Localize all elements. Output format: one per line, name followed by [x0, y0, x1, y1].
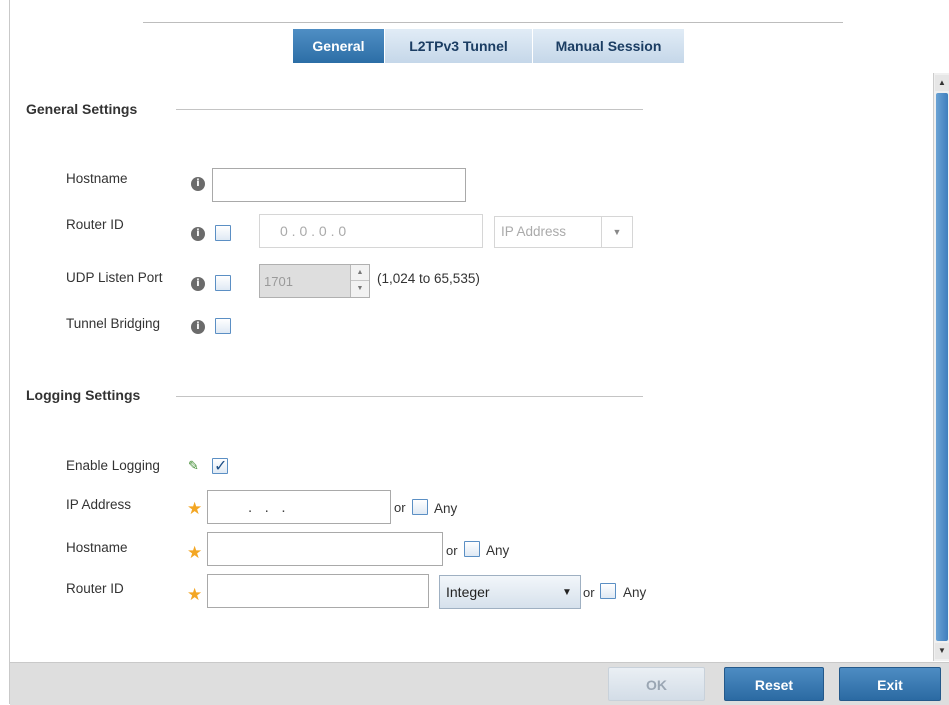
vertical-scrollbar[interactable]: ▲ ▼ — [933, 73, 949, 661]
pencil-icon: ✎ — [188, 459, 199, 474]
udp-listen-port-spinner[interactable]: 1701 ▲ ▼ — [259, 264, 370, 298]
udp-listen-port-value: 1701 — [264, 274, 293, 289]
logging-router-id-any-checkbox[interactable] — [600, 583, 616, 599]
or-label: or — [394, 500, 406, 515]
reset-button[interactable]: Reset — [724, 667, 824, 701]
tab-manual-session[interactable]: Manual Session — [533, 29, 685, 63]
router-id-checkbox[interactable] — [215, 225, 231, 241]
any-label: Any — [623, 585, 647, 600]
logging-router-id-label: Router ID — [66, 581, 124, 596]
tab-bar: General L2TPv3 Tunnel Manual Session — [293, 29, 685, 63]
logging-hostname-label: Hostname — [66, 540, 128, 555]
chevron-down-icon[interactable]: ▼ — [351, 281, 369, 297]
chevron-down-icon: ▼ — [562, 587, 572, 598]
udp-listen-port-label: UDP Listen Port — [66, 270, 163, 285]
tab-general[interactable]: General — [293, 29, 385, 63]
logging-settings-rule — [176, 396, 643, 397]
logging-ip-address-value: . . . — [248, 499, 286, 516]
logging-settings-title: Logging Settings — [26, 387, 141, 403]
router-id-type-value: IP Address — [501, 224, 567, 239]
logging-hostname-any-checkbox[interactable] — [464, 541, 480, 557]
general-settings-title: General Settings — [26, 101, 138, 117]
tunnel-bridging-checkbox[interactable] — [215, 318, 231, 334]
exit-button[interactable]: Exit — [839, 667, 941, 701]
logging-router-id-type-value: Integer — [446, 584, 490, 600]
footer-bar: OK Reset Exit — [10, 662, 949, 705]
top-rule — [143, 22, 843, 23]
chevron-up-icon[interactable]: ▲ — [351, 265, 369, 281]
udp-listen-port-checkbox[interactable] — [215, 275, 231, 291]
info-icon[interactable]: i — [191, 320, 205, 334]
logging-router-id-type-select[interactable]: Integer ▼ — [439, 575, 581, 609]
info-icon[interactable]: i — [191, 177, 205, 191]
info-icon[interactable]: i — [191, 277, 205, 291]
hostname-input[interactable] — [212, 168, 466, 202]
or-label: or — [583, 585, 595, 600]
enable-logging-checkbox[interactable] — [212, 456, 228, 475]
or-label: or — [446, 543, 458, 558]
scrollbar-thumb[interactable] — [936, 93, 948, 641]
tab-l2tpv3-tunnel[interactable]: L2TPv3 Tunnel — [385, 29, 533, 63]
router-id-type-select[interactable]: IP Address ▼ — [494, 216, 633, 248]
hostname-label: Hostname — [66, 171, 128, 186]
ok-button[interactable]: OK — [608, 667, 705, 701]
router-id-ip-field[interactable]: 0 . 0 . 0 . 0 — [259, 214, 483, 248]
left-border — [9, 0, 10, 704]
enable-logging-label: Enable Logging — [66, 458, 160, 473]
udp-listen-port-range: (1,024 to 65,535) — [377, 271, 480, 286]
logging-router-id-input[interactable] — [207, 574, 429, 608]
any-label: Any — [434, 501, 458, 516]
scroll-up-icon[interactable]: ▲ — [935, 75, 949, 91]
asterisk-icon: ★ — [187, 543, 203, 563]
logging-ip-address-input[interactable]: . . . — [207, 490, 391, 524]
asterisk-icon: ★ — [187, 585, 203, 605]
logging-ip-address-any-checkbox[interactable] — [412, 499, 428, 515]
asterisk-icon: ★ — [187, 499, 203, 519]
general-settings-rule — [176, 109, 643, 110]
scroll-down-icon[interactable]: ▼ — [935, 643, 949, 659]
router-id-ip-value: 0 . 0 . 0 . 0 — [280, 223, 347, 239]
tunnel-bridging-label: Tunnel Bridging — [66, 316, 161, 331]
info-icon[interactable]: i — [191, 227, 205, 241]
logging-hostname-input[interactable] — [207, 532, 443, 566]
any-label: Any — [486, 543, 510, 558]
chevron-down-icon: ▼ — [601, 217, 632, 247]
spinner-buttons[interactable]: ▲ ▼ — [350, 265, 369, 297]
logging-ip-address-label: IP Address — [66, 497, 132, 512]
router-id-label: Router ID — [66, 217, 124, 232]
